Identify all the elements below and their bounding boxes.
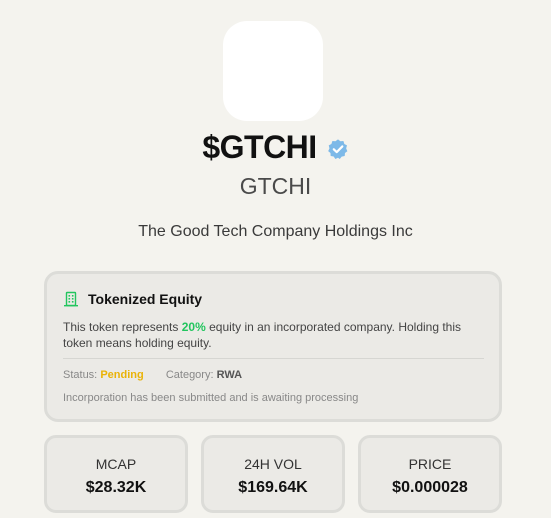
stat-label: PRICE	[408, 456, 452, 472]
equity-divider	[63, 358, 484, 359]
equity-description-start: This token represents	[63, 320, 182, 334]
stat-card-mcap: MCAP $28.32K	[44, 435, 188, 513]
token-ticker: $GTCHI	[202, 129, 317, 165]
equity-percentage: 20%	[181, 320, 206, 334]
equity-card-header: Tokenized Equity	[63, 291, 202, 307]
stat-card-24h-vol: 24H VOL $169.64K	[201, 435, 345, 513]
company-name: The Good Tech Company Holdings Inc	[138, 223, 413, 240]
stat-value: $0.000028	[392, 479, 468, 496]
token-logo	[223, 21, 323, 121]
stat-label: 24H VOL	[244, 456, 302, 472]
equity-description: This token represents 20% equity in an i…	[63, 319, 483, 351]
stat-value: $28.32K	[85, 479, 147, 496]
stat-value: $169.64K	[238, 479, 308, 496]
building-icon	[64, 291, 78, 307]
equity-card-title: Tokenized Equity	[88, 291, 203, 307]
incorporation-note: Incorporation has been submitted and is …	[63, 392, 359, 404]
stat-label: MCAP	[95, 456, 137, 472]
token-header: $GTCHI	[0, 129, 551, 166]
status-badge: Pending	[100, 369, 144, 381]
equity-meta-row: Status: Pending Category: RWA	[63, 369, 242, 381]
verified-badge-icon	[327, 138, 348, 159]
stat-card-price: PRICE $0.000028	[358, 435, 502, 513]
tokenized-equity-card: Tokenized Equity This token represents 2…	[44, 271, 502, 422]
token-symbol: GTCHI	[239, 173, 312, 199]
status-label: Status:	[63, 369, 98, 381]
category-value: RWA	[216, 369, 243, 381]
category-label: Category:	[165, 369, 214, 381]
